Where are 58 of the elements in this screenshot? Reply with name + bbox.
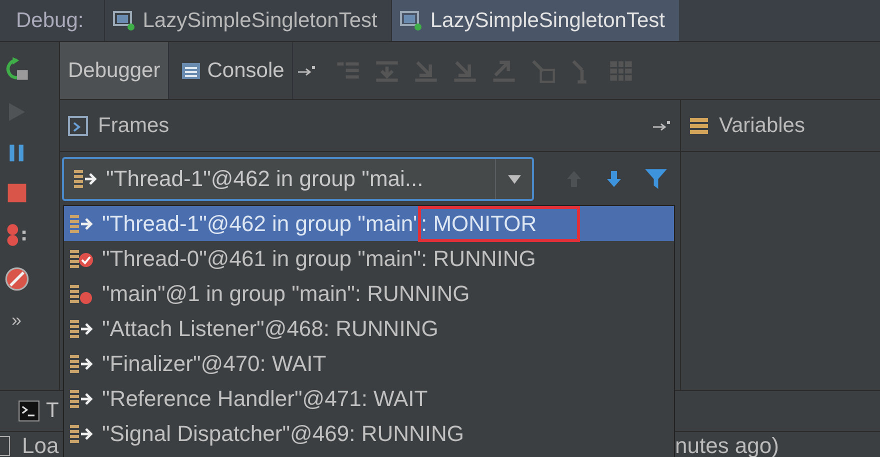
thread-icon xyxy=(70,212,94,234)
variables-title: Variables xyxy=(719,114,805,138)
thread-item[interactable]: "Attach Listener"@468: RUNNING xyxy=(64,311,674,346)
console-icon xyxy=(181,60,202,80)
thread-status: : RUNNING xyxy=(420,244,537,272)
thread-item[interactable]: "Thread-0"@461 in group "main": RUNNING xyxy=(64,241,674,276)
stop-icon[interactable] xyxy=(6,182,28,204)
dropdown-arrow-icon xyxy=(508,174,520,184)
thread-item[interactable]: "Reference Handler"@471: WAIT xyxy=(64,381,674,416)
thread-item[interactable]: "Finalizer"@470: WAIT xyxy=(64,346,674,381)
thread-check-icon xyxy=(70,248,94,270)
frames-icon xyxy=(68,116,88,136)
thread-icon xyxy=(70,318,94,340)
thread-name: "Thread-0"@461 in group "main" xyxy=(102,246,421,272)
panel-tab[interactable]: Console xyxy=(173,42,294,99)
debug-label: Debug: xyxy=(15,8,85,34)
thread-status: : RUNNING xyxy=(349,420,465,448)
thread-status: : RUNNING xyxy=(323,314,440,342)
thread-name: "Thread-1"@462 in group "main" xyxy=(102,210,421,236)
thread-name: "Reference Handler"@471 xyxy=(102,386,362,412)
thread-icon xyxy=(70,422,94,444)
terminal-icon[interactable] xyxy=(18,400,40,422)
status-text: Loa xyxy=(22,432,59,457)
status-icon xyxy=(0,436,10,456)
thread-status: : RUNNING xyxy=(354,280,471,308)
thread-dot-icon xyxy=(70,282,94,304)
pin-icon[interactable] xyxy=(297,64,318,78)
filter-icon[interactable] xyxy=(644,167,668,191)
down-arrow-icon[interactable] xyxy=(604,169,624,189)
drop-frame-icon[interactable] xyxy=(530,58,556,84)
more-icon[interactable]: » xyxy=(11,310,22,331)
window-icon xyxy=(400,10,422,30)
thread-status: : WAIT xyxy=(260,350,328,378)
thread-name: "Finalizer"@470 xyxy=(102,350,260,376)
rerun-icon[interactable] xyxy=(4,56,30,82)
thread-icon xyxy=(70,352,94,374)
thread-icon xyxy=(74,168,98,190)
thread-item[interactable]: "main"@1 in group "main": RUNNING xyxy=(64,276,674,311)
thread-name: "Signal Dispatcher"@469 xyxy=(102,420,350,446)
thread-name: "Attach Listener"@468 xyxy=(102,316,324,342)
window-icon xyxy=(112,10,135,30)
variables-icon xyxy=(689,116,709,136)
mute-breakpoints-icon[interactable] xyxy=(4,266,30,292)
run-tab[interactable]: LazySimpleSingletonTest xyxy=(391,0,679,41)
frames-title: Frames xyxy=(98,114,170,138)
thread-name: "main"@1 in group "main" xyxy=(102,280,355,306)
thread-dropdown[interactable]: "Thread-1"@462 in group "mai... xyxy=(62,157,534,201)
thread-icon xyxy=(70,388,94,410)
thread-item[interactable]: "Thread-1"@462 in group "main": MONITOR xyxy=(64,206,674,241)
step-out-icon[interactable] xyxy=(491,58,518,84)
status-text: nutes ago) xyxy=(675,432,780,457)
bottom-tab[interactable]: T xyxy=(46,399,59,423)
thread-status: : MONITOR xyxy=(420,208,577,238)
pin-icon[interactable] xyxy=(652,118,672,132)
panel-tab[interactable]: Debugger xyxy=(60,42,170,99)
thread-status: : WAIT xyxy=(361,384,429,412)
selected-thread: "Thread-1"@462 in group "mai... xyxy=(106,166,424,192)
thread-item[interactable]: "Signal Dispatcher"@469: RUNNING xyxy=(64,416,674,451)
